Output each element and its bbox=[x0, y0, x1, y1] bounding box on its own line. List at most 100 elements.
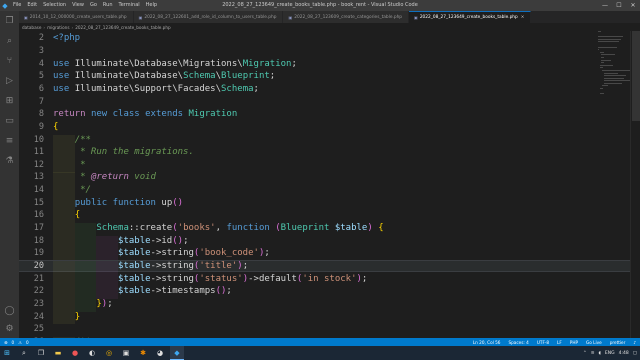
chrome-icon[interactable]: ◎ bbox=[102, 346, 116, 360]
volume-icon[interactable]: ◖ bbox=[599, 351, 601, 356]
line-number[interactable]: 19 bbox=[19, 248, 44, 258]
account-icon[interactable]: ◯ bbox=[4, 305, 15, 316]
opera-icon[interactable]: ● bbox=[68, 346, 82, 360]
line-number[interactable]: 12 bbox=[19, 160, 44, 170]
task-view-icon[interactable]: ❐ bbox=[34, 346, 48, 360]
line-number[interactable]: 9 bbox=[19, 122, 44, 132]
line-number[interactable]: 2 bbox=[19, 33, 44, 43]
code-line[interactable]: 10 /** bbox=[19, 133, 640, 148]
database-icon[interactable]: ≡ bbox=[4, 135, 15, 146]
line-number[interactable]: 13 bbox=[19, 172, 44, 182]
menu-view[interactable]: View bbox=[69, 0, 87, 11]
menu-selection[interactable]: Selection bbox=[40, 0, 69, 11]
code-line[interactable]: 25 bbox=[19, 323, 640, 336]
menu-file[interactable]: File bbox=[10, 0, 24, 11]
warning-icon[interactable]: ⚠ bbox=[18, 340, 22, 345]
end-of-line[interactable]: LF bbox=[557, 340, 562, 345]
xampp-icon[interactable]: ✱ bbox=[136, 346, 150, 360]
code-line[interactable]: 5 use Illuminate\Database\Schema\Blueprin… bbox=[19, 70, 640, 83]
notification-icon[interactable]: ▢ bbox=[633, 351, 637, 356]
close-window-icon[interactable]: ✕ bbox=[626, 0, 640, 11]
code-line[interactable]: 9{ bbox=[19, 121, 640, 134]
wifi-icon[interactable]: ≋ bbox=[591, 351, 595, 356]
maximize-icon[interactable]: ☐ bbox=[612, 0, 626, 11]
code-line[interactable]: 15 public function up() bbox=[19, 196, 640, 211]
run-debug-icon[interactable]: ▷ bbox=[4, 75, 15, 86]
search-icon[interactable]: ⌕ bbox=[17, 346, 31, 360]
code-line[interactable]: 4 use Illuminate\Database\Migrations\Migr… bbox=[19, 57, 640, 70]
explorer-icon[interactable]: ❐ bbox=[4, 15, 15, 26]
encoding[interactable]: UTF-8 bbox=[537, 340, 549, 345]
tab-users-table[interactable]: ▣ 2014_10_12_000000_create_users_table.p… bbox=[19, 11, 134, 23]
menu-edit[interactable]: Edit bbox=[24, 0, 40, 11]
app-icon[interactable]: ◕ bbox=[153, 346, 167, 360]
line-number[interactable]: 21 bbox=[19, 274, 44, 284]
line-number[interactable]: 7 bbox=[19, 97, 44, 107]
line-number[interactable]: 17 bbox=[19, 223, 44, 233]
source-control-icon[interactable]: ⑂ bbox=[4, 55, 15, 66]
vscode-taskbar-icon[interactable]: ◆ bbox=[170, 346, 184, 360]
line-number[interactable]: 4 bbox=[19, 59, 44, 69]
line-number[interactable]: 3 bbox=[19, 46, 44, 56]
chevron-up-icon[interactable]: ⌃ bbox=[583, 351, 587, 356]
code-line[interactable]: 16 { bbox=[19, 209, 640, 224]
line-number[interactable]: 8 bbox=[19, 109, 44, 119]
line-number[interactable]: 14 bbox=[19, 185, 44, 195]
extensions-icon[interactable]: ⊞ bbox=[4, 95, 15, 106]
line-number[interactable]: 24 bbox=[19, 312, 44, 322]
bell-icon[interactable]: ♪ bbox=[633, 340, 636, 345]
testing-icon[interactable]: ⚗ bbox=[4, 155, 15, 166]
code-line[interactable]: 24 } bbox=[19, 310, 640, 325]
code-line[interactable]: 13 * @return void bbox=[19, 171, 640, 186]
indentation[interactable]: Spaces: 4 bbox=[508, 340, 528, 345]
clock[interactable]: 4:48 bbox=[619, 351, 629, 356]
remote-explorer-icon[interactable]: ▭ bbox=[4, 115, 15, 126]
line-number[interactable]: 23 bbox=[19, 299, 44, 309]
errors-icon[interactable]: ⊗ bbox=[4, 340, 8, 345]
code-line[interactable]: 3 bbox=[19, 45, 640, 58]
menu-terminal[interactable]: Terminal bbox=[116, 0, 143, 11]
code-line[interactable]: 2 <?php bbox=[19, 32, 640, 45]
formatter-status[interactable]: prettier bbox=[610, 340, 626, 345]
go-live-button[interactable]: Go Live bbox=[586, 340, 602, 345]
tab-categories-table[interactable]: ▣ 2022_08_27_123609_create_categories_ta… bbox=[283, 11, 410, 23]
error-count[interactable]: 0 bbox=[12, 340, 15, 345]
search-icon[interactable]: ⌕ bbox=[4, 35, 15, 46]
line-number[interactable]: 22 bbox=[19, 286, 44, 296]
language-mode[interactable]: PHP bbox=[570, 340, 578, 345]
tab-books-table[interactable]: ▣ 2022_08_27_123649_create_books_table.p… bbox=[409, 11, 532, 23]
windows-start-icon[interactable]: ⊞ bbox=[0, 346, 14, 360]
close-tab-icon[interactable]: × bbox=[521, 15, 525, 20]
line-number[interactable]: 10 bbox=[19, 135, 44, 145]
scroll-thumb[interactable] bbox=[632, 31, 640, 121]
code-line[interactable]: 21 $table->string('status')->default('in… bbox=[19, 272, 640, 287]
line-number[interactable]: 5 bbox=[19, 71, 44, 81]
file-explorer-icon[interactable]: ▬ bbox=[51, 346, 65, 360]
code-line[interactable]: 18 $table->id(); bbox=[19, 234, 640, 249]
line-number[interactable]: 15 bbox=[19, 198, 44, 208]
code-line[interactable]: 20 $table->string('title'); bbox=[19, 259, 640, 274]
menu-go[interactable]: Go bbox=[87, 0, 100, 11]
line-number[interactable]: 18 bbox=[19, 236, 44, 246]
menu-run[interactable]: Run bbox=[100, 0, 116, 11]
breadcrumb-item[interactable]: migrations bbox=[47, 25, 69, 30]
code-line[interactable]: 17 Schema::create('books', function (Blu… bbox=[19, 222, 640, 236]
line-number[interactable]: 6 bbox=[19, 84, 44, 94]
menu-help[interactable]: Help bbox=[143, 0, 160, 11]
gear-icon[interactable]: ⚙ bbox=[4, 323, 15, 334]
media-icon[interactable]: ▣ bbox=[119, 346, 133, 360]
line-number[interactable]: 11 bbox=[19, 147, 44, 157]
cursor-position[interactable]: Ln 20, Col 56 bbox=[473, 340, 501, 345]
line-number[interactable]: 25 bbox=[19, 324, 44, 334]
code-line[interactable]: 11 * Run the migrations. bbox=[19, 146, 640, 160]
code-line[interactable]: 6 use Illuminate\Support\Facades\Schema; bbox=[19, 83, 640, 96]
warning-count[interactable]: 0 bbox=[26, 340, 29, 345]
code-line[interactable]: 22 $table->timestamps(); bbox=[19, 285, 640, 300]
code-line[interactable]: 8 return new class extends Migration bbox=[19, 108, 640, 121]
code-editor[interactable]: 2 <?php 3 4 use Illuminate\Database\Migratio… bbox=[19, 31, 640, 338]
editor-scrollbar[interactable] bbox=[630, 31, 640, 338]
code-line[interactable]: 12 * bbox=[19, 159, 640, 173]
code-line[interactable]: 23 }); bbox=[19, 298, 640, 312]
code-line[interactable]: 14 */ bbox=[19, 184, 640, 198]
code-line[interactable]: 7 bbox=[19, 95, 640, 108]
